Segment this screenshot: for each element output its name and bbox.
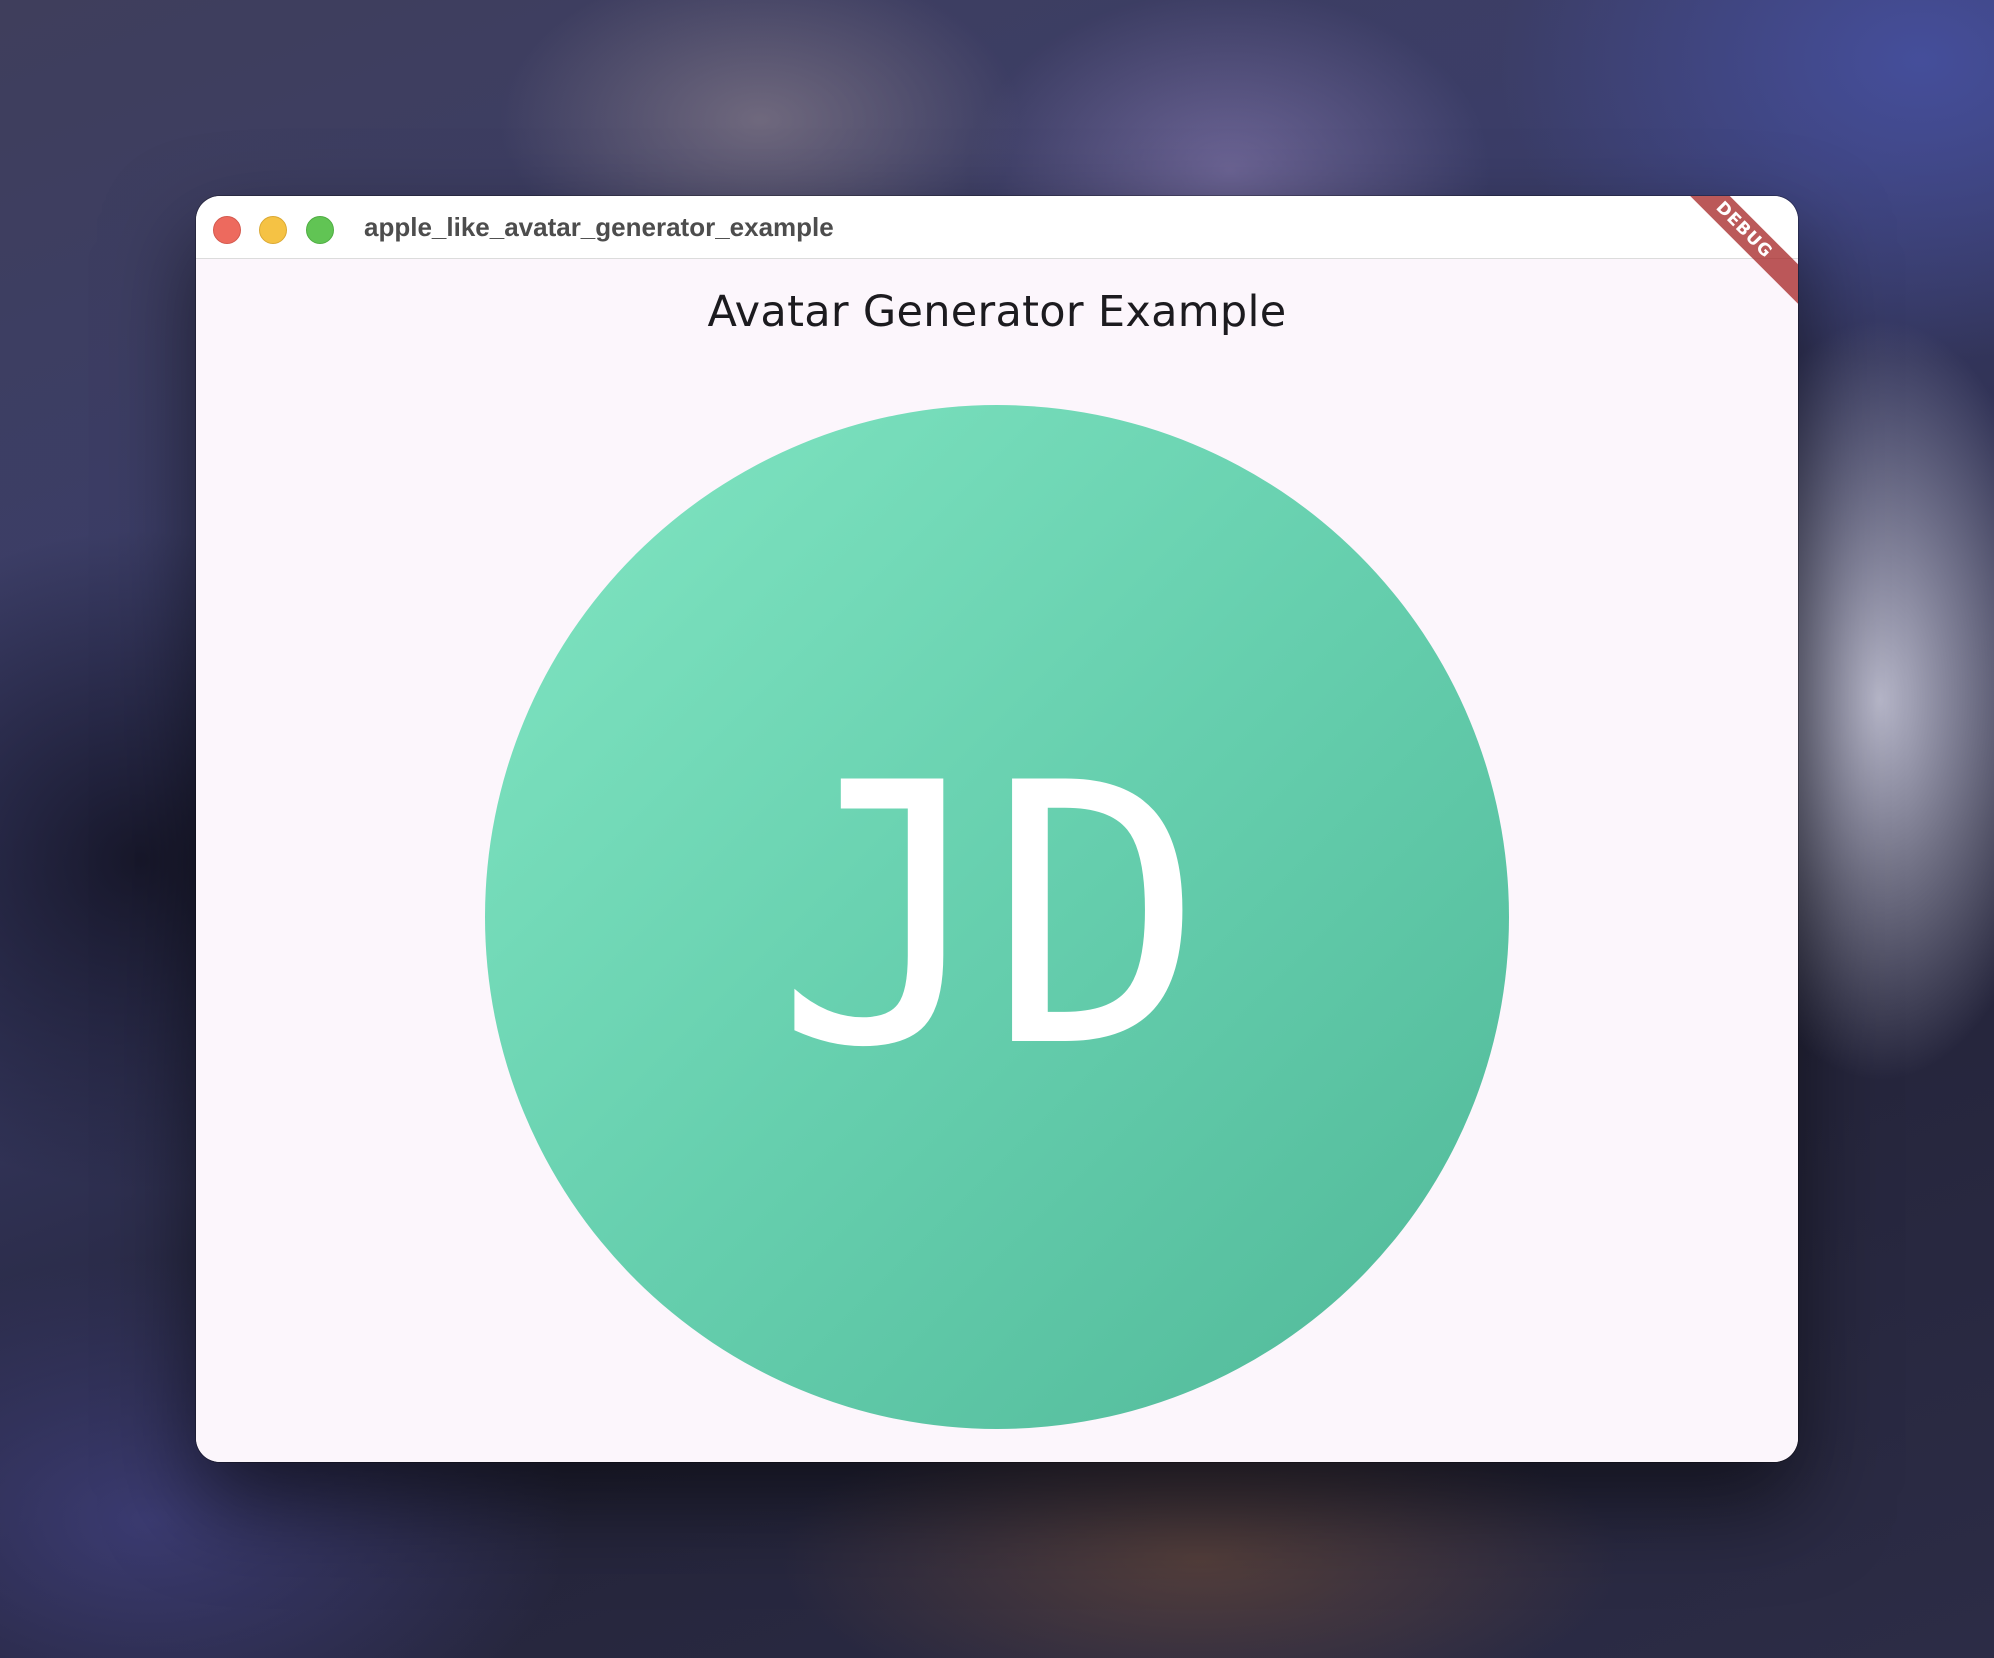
- app-window: apple_like_avatar_generator_example Avat…: [196, 196, 1798, 1462]
- avatar: JD: [485, 405, 1509, 1429]
- page-title: Avatar Generator Example: [707, 287, 1287, 337]
- close-window-button[interactable]: [213, 216, 241, 244]
- window-title: apple_like_avatar_generator_example: [364, 212, 834, 242]
- minimize-window-button[interactable]: [259, 216, 287, 244]
- avatar-initials: JD: [775, 707, 1204, 1126]
- window-titlebar[interactable]: apple_like_avatar_generator_example: [196, 196, 1798, 259]
- zoom-window-button[interactable]: [306, 216, 334, 244]
- app-content: Avatar Generator Example JD: [196, 259, 1798, 1462]
